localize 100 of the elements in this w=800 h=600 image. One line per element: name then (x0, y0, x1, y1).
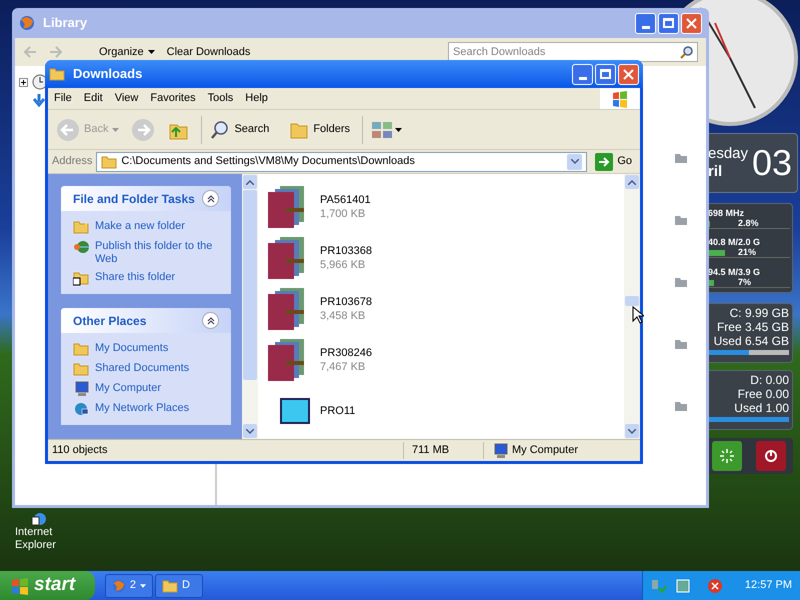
fox-globe-icon (19, 15, 35, 31)
computer-icon (492, 442, 508, 458)
computer-icon (73, 381, 89, 397)
search-icon (210, 120, 230, 140)
close-icon (623, 68, 634, 80)
dropdown-button[interactable] (567, 154, 582, 170)
folder-icon (674, 338, 688, 350)
meter-reading: 698 MHz (708, 208, 746, 220)
folder-icon (674, 400, 688, 412)
task-link[interactable]: My Computer (95, 381, 162, 395)
chevron-up-icon (246, 180, 254, 184)
meter-percent: 2.8% (738, 218, 759, 230)
desktop-icon-label[interactable]: Internet Explorer (15, 526, 65, 552)
file-size: 5,966 KB (320, 258, 366, 272)
chevron-up-icon (206, 194, 214, 202)
task-link[interactable]: Publish this folder to the Web (95, 239, 219, 266)
address-label: Address (52, 154, 92, 170)
power-icon (764, 449, 778, 463)
drive-used: Used 1.00 (734, 401, 789, 415)
caret-icon (395, 128, 402, 132)
drive-name: C: 9.99 GB (730, 306, 789, 320)
menu-item[interactable]: Tools (202, 90, 240, 107)
collapse-button[interactable] (202, 190, 219, 207)
taskbar-button[interactable]: 2 (105, 574, 153, 598)
caret-icon (140, 584, 146, 588)
collapse-button[interactable] (202, 312, 219, 329)
close-button[interactable] (618, 64, 639, 84)
download-arrow-icon (33, 94, 45, 107)
forward-arrow-icon (49, 46, 63, 58)
expand-plus-icon (19, 78, 28, 86)
network-computers-icon (651, 578, 667, 594)
file-name: PR103368 (320, 244, 372, 258)
drive-free: Free 0.00 (738, 387, 789, 401)
task-link[interactable]: Share this folder (95, 270, 176, 284)
close-icon (686, 18, 697, 28)
address-field[interactable]: C:\Documents and Settings\VM8\My Documents\Downloads (96, 152, 588, 172)
search-field[interactable]: Search Downloads (448, 42, 698, 62)
go-button[interactable]: Go (591, 152, 636, 170)
start-button[interactable]: start (0, 571, 95, 600)
file-name: PR103678 (320, 294, 372, 308)
power-button[interactable] (756, 441, 786, 471)
folder-icon (674, 276, 688, 288)
sleep-button[interactable] (712, 441, 742, 471)
caret-icon (112, 128, 120, 132)
minimize-button[interactable] (572, 64, 593, 84)
windows-flag-icon (10, 576, 30, 594)
scrollbar[interactable] (242, 174, 258, 439)
window-title: Library (43, 14, 88, 32)
folder-icon (73, 361, 89, 377)
caret-icon (570, 159, 579, 164)
chevron-down-icon (246, 428, 254, 434)
views-button[interactable] (371, 120, 402, 140)
task-link[interactable]: My Network Places (95, 401, 190, 415)
meter-reading: 94.5 M/3.9 G (708, 266, 762, 278)
folder-icon (162, 578, 178, 594)
folder-icon (674, 214, 688, 226)
menu-item[interactable]: File (48, 90, 78, 107)
file-size: 1,700 KB (320, 206, 366, 220)
chevron-up-icon (628, 180, 636, 184)
folder-icon (101, 154, 118, 170)
task-link[interactable]: Make a new folder (95, 219, 185, 233)
shared-folder-icon (73, 270, 89, 286)
task-link[interactable]: My Documents (95, 341, 168, 355)
globe-icon (31, 512, 49, 526)
file-name: PR308246 (320, 346, 372, 360)
search-button[interactable]: Search (206, 120, 274, 140)
windows-flag-icon (611, 90, 629, 108)
file-name: PA561401 (320, 192, 371, 206)
menu-item[interactable]: Help (239, 90, 274, 107)
menu-item[interactable]: Favorites (144, 90, 202, 107)
views-grid-icon (371, 120, 394, 140)
close-button[interactable] (681, 12, 702, 34)
maximize-button[interactable] (658, 12, 679, 34)
monitor-icon (280, 398, 310, 424)
organize-button[interactable]: Organize (99, 44, 155, 60)
task-link[interactable]: Shared Documents (95, 361, 190, 375)
file-size: 3,458 KB (320, 308, 366, 322)
drive-free: Free 3.45 GB (716, 320, 789, 334)
scroll-thumb[interactable] (243, 190, 257, 380)
menu-item[interactable]: Edit (78, 90, 109, 107)
chevron-down-icon (628, 428, 636, 434)
weekday-text: esday (708, 145, 748, 163)
folders-button[interactable]: Folders (285, 120, 354, 140)
file-name: PRO11 (320, 404, 356, 418)
address-text: C:\Documents and Settings\VM8\My Documents\Downloads (121, 154, 416, 170)
shield-x-icon (707, 578, 723, 594)
scroll-thumb[interactable] (625, 296, 639, 306)
chevron-up-icon (206, 316, 214, 324)
taskbar-button[interactable]: D (155, 574, 203, 598)
mouse-pointer-icon (632, 306, 644, 324)
scrollbar[interactable] (624, 174, 640, 439)
meter-percent: 7% (738, 276, 752, 288)
day-number: 03 (752, 143, 792, 183)
clear-downloads-button[interactable]: Clear Downloads (166, 44, 250, 60)
network-globe-icon (73, 401, 89, 417)
menu-item[interactable]: View (108, 90, 144, 107)
status-zone: My Computer (512, 443, 578, 458)
maximize-button[interactable] (595, 64, 616, 84)
minimize-button[interactable] (635, 12, 656, 34)
sparkle-icon (720, 449, 734, 463)
